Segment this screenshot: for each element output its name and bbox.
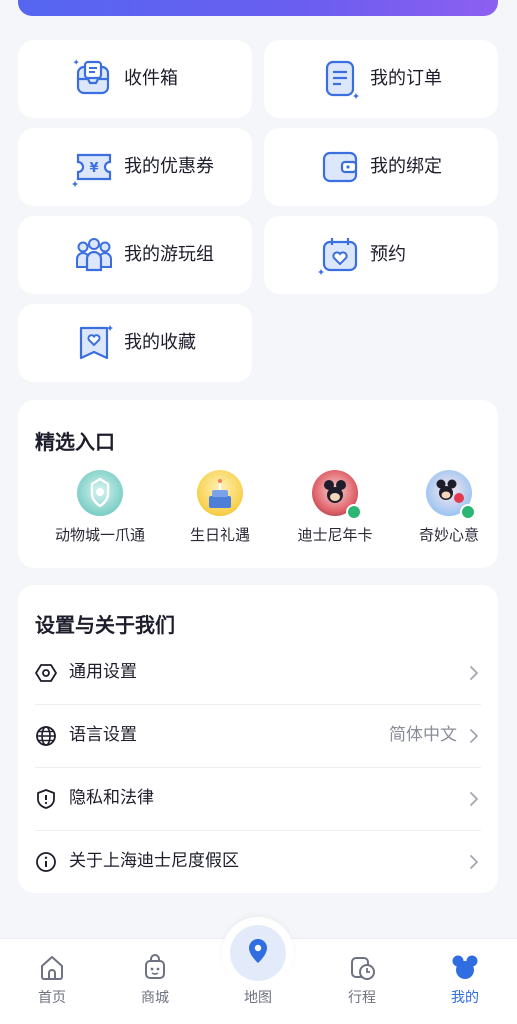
nav-label: 商城 <box>141 990 169 1006</box>
mickey-minnie-avatar <box>426 470 476 520</box>
feature-label: 收件箱 <box>124 68 178 89</box>
mini-program-badge <box>346 504 362 520</box>
row-privacy-legal[interactable]: 隐私和法律 <box>35 767 481 830</box>
row-about-resort[interactable]: 关于上海迪士尼度假区 <box>35 830 481 893</box>
coupon-icon: ¥ <box>72 153 112 187</box>
annual-pass-avatar <box>312 470 362 520</box>
chevron-right-icon <box>470 729 478 743</box>
feature-label: 我的绑定 <box>370 156 442 177</box>
row-general-settings[interactable]: 通用设置 <box>35 641 481 704</box>
inbox-icon <box>73 59 110 95</box>
order-icon <box>325 60 359 99</box>
mini-program-badge <box>460 504 476 520</box>
nav-mine[interactable]: 我的 <box>425 939 505 1024</box>
chevron-right-icon <box>470 855 478 869</box>
chevron-right-icon <box>470 666 478 680</box>
row-label: 通用设置 <box>69 662 137 682</box>
feature-label: 我的收藏 <box>124 332 196 353</box>
entry-zootopia[interactable]: 动物城一爪通 <box>40 470 160 545</box>
row-label: 语言设置 <box>69 725 137 745</box>
hexagon-settings-icon <box>35 664 57 682</box>
shield-icon <box>37 789 55 809</box>
birthday-cake-avatar <box>197 470 243 516</box>
bookmark-heart-icon <box>79 325 113 360</box>
entry-label: 奇妙心意 <box>418 526 479 544</box>
entry-label: 生日礼遇 <box>189 526 250 544</box>
group-card[interactable]: 我的游玩组 <box>18 216 252 294</box>
settings-panel: 设置与关于我们 通用设置 语言设置 简体中文 隐私和法律 关于上海迪士尼度假区 <box>18 585 498 893</box>
shop-bag-icon <box>145 954 165 979</box>
zootopia-avatar <box>77 470 123 516</box>
entry-wonderful-wishes[interactable]: 奇妙心意 <box>389 470 509 545</box>
featured-entrances-panel: 精选入口 动物城一爪通 生日礼遇 迪士尼年卡 奇妙心意 <box>18 400 498 568</box>
language-value: 简体中文 <box>389 725 457 745</box>
entry-annual-pass[interactable]: 迪士尼年卡 <box>275 470 395 545</box>
top-banner[interactable] <box>18 0 498 16</box>
entry-birthday[interactable]: 生日礼遇 <box>160 470 280 545</box>
row-language-settings[interactable]: 语言设置 简体中文 <box>35 704 481 767</box>
nav-home[interactable]: 首页 <box>12 939 92 1024</box>
bottom-nav: 首页 商城 地图 行程 我的 <box>0 917 517 1024</box>
nav-map[interactable]: 地图 <box>218 939 298 1024</box>
svg-text:¥: ¥ <box>89 161 98 176</box>
row-label: 关于上海迪士尼度假区 <box>69 851 239 871</box>
nav-label: 地图 <box>244 990 272 1006</box>
info-icon <box>36 852 56 872</box>
nav-shop[interactable]: 商城 <box>115 939 195 1024</box>
coupon-card[interactable]: ¥ 我的优惠券 <box>18 128 252 206</box>
profile-page: 收件箱 我的订单 ¥ 我的优惠券 我的绑定 我的游玩组 预约 我的收藏 精选入口… <box>0 0 517 1024</box>
wallet-binding-icon <box>322 151 358 183</box>
reservation-card[interactable]: 预约 <box>264 216 498 294</box>
feature-label: 我的游玩组 <box>124 244 214 265</box>
feature-label: 我的订单 <box>370 68 442 89</box>
home-icon <box>41 956 63 980</box>
nav-label: 首页 <box>38 990 66 1006</box>
calendar-heart-icon <box>318 238 358 275</box>
mickey-head-icon <box>452 955 478 979</box>
row-label: 隐私和法律 <box>69 788 154 808</box>
entry-label: 动物城一爪通 <box>54 526 145 544</box>
binding-card[interactable]: 我的绑定 <box>264 128 498 206</box>
section-title: 精选入口 <box>35 430 115 454</box>
feature-label: 我的优惠券 <box>124 156 214 177</box>
entry-label: 迪士尼年卡 <box>297 526 373 544</box>
favorites-card[interactable]: 我的收藏 <box>18 304 252 382</box>
inbox-card[interactable]: 收件箱 <box>18 40 252 118</box>
nav-itinerary[interactable]: 行程 <box>322 939 402 1024</box>
chevron-right-icon <box>470 792 478 806</box>
nav-label: 我的 <box>451 990 479 1006</box>
section-title: 设置与关于我们 <box>35 613 175 637</box>
itinerary-clock-icon <box>351 957 375 980</box>
nav-label: 行程 <box>348 990 376 1006</box>
order-card[interactable]: 我的订单 <box>264 40 498 118</box>
globe-icon <box>36 726 56 746</box>
group-icon <box>76 238 112 272</box>
feature-label: 预约 <box>370 244 406 265</box>
